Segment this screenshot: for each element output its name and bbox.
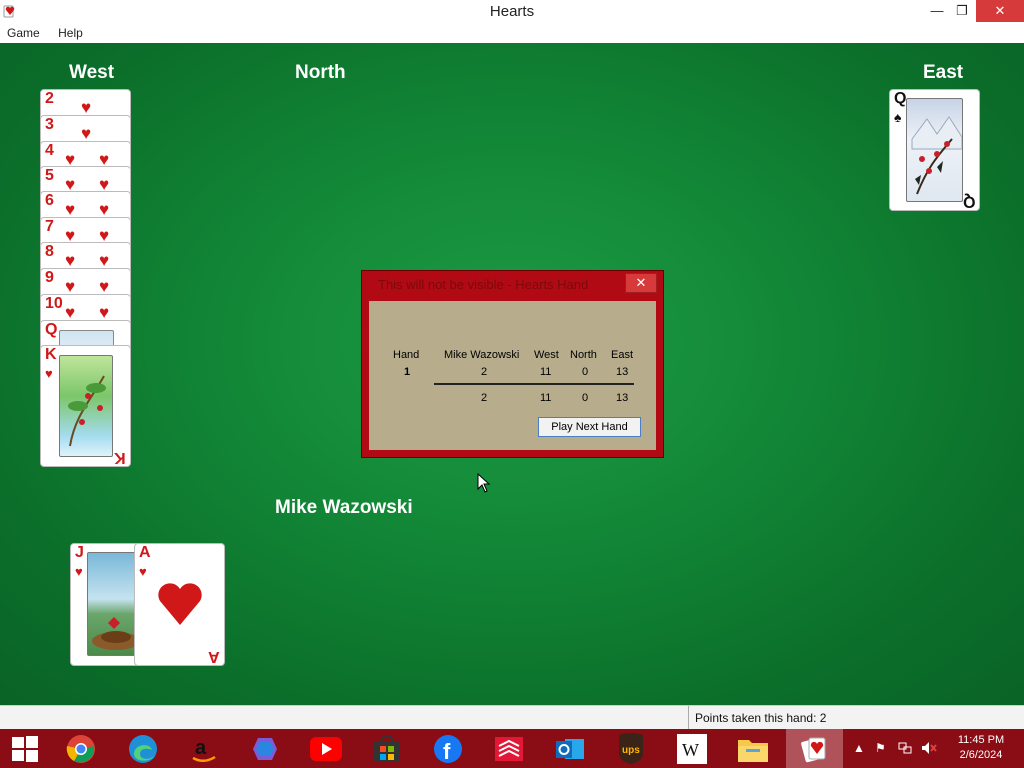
mouse-cursor-icon: [477, 473, 491, 493]
card-rank: 9: [45, 269, 54, 286]
menu-bar: Game Help: [0, 23, 1024, 44]
facebook-icon[interactable]: f: [431, 732, 465, 766]
total-north: 0: [582, 392, 589, 404]
heart-icon: ♥: [99, 277, 110, 296]
card-rank: 10: [45, 295, 63, 312]
taskbar-clock[interactable]: 11:45 PM 2/6/2024: [950, 733, 1012, 763]
card-rank: 4: [45, 142, 54, 159]
card-rank: 6: [45, 192, 54, 209]
heart-icon: ♥: [99, 200, 110, 219]
edge-icon[interactable]: [126, 732, 160, 766]
chrome-icon[interactable]: [64, 732, 98, 766]
card-rank: 7: [45, 218, 54, 235]
file-explorer-icon[interactable]: [736, 732, 770, 766]
menu-game[interactable]: Game: [0, 23, 47, 40]
youtube-icon[interactable]: [309, 732, 343, 766]
total-mike: 2: [481, 392, 488, 404]
windows-start-icon[interactable]: [8, 732, 42, 766]
card-rank: J: [75, 544, 84, 561]
card-rank: 5: [45, 167, 54, 184]
card-rank: 8: [45, 243, 54, 260]
restore-button[interactable]: ❐: [946, 0, 978, 22]
header-north: North: [570, 349, 597, 361]
heart-icon: ♥: [99, 303, 110, 322]
card-rank: 3: [45, 116, 54, 133]
row-east-score: 13: [616, 366, 629, 378]
dialog-close-button[interactable]: ✕: [625, 273, 657, 293]
dialog-title: This will not be visible - Hearts Hand: [378, 277, 589, 292]
heart-icon: ♥: [45, 366, 53, 381]
score-dialog: This will not be visible - Hearts Hand ✕…: [361, 270, 664, 458]
amazon-icon[interactable]: a: [187, 732, 221, 766]
action-center-flag-icon[interactable]: ⚑: [875, 741, 886, 755]
spade-icon: ♠: [894, 109, 902, 125]
taskbar: a f ups W ▲ ⚑ 11:45 PM 2/6/2024: [0, 729, 1024, 768]
show-hidden-icons-chevron-icon[interactable]: ▲: [853, 741, 865, 755]
totals-divider: [434, 383, 634, 385]
west-card: K ♥ K: [40, 345, 131, 467]
svg-text:ups: ups: [622, 745, 640, 756]
row-mike-score: 2: [481, 366, 488, 378]
window-title: Hearts: [489, 3, 535, 20]
status-bar: Points taken this hand: 2: [0, 705, 1024, 730]
card-rank: Q: [45, 321, 58, 338]
card-rank-bottom: A: [208, 648, 220, 665]
svg-text:f: f: [443, 739, 451, 764]
heart-icon: ♥: [65, 200, 76, 219]
header-mike: Mike Wazowski: [444, 349, 520, 361]
heart-icon: ♥: [65, 277, 76, 296]
ups-icon[interactable]: ups: [614, 732, 648, 766]
svg-text:W: W: [682, 740, 699, 760]
microsoft-store-icon[interactable]: [370, 732, 404, 766]
player-name-south: Mike Wazowski: [275, 497, 413, 518]
card-rank: K: [45, 346, 57, 363]
player-name-west: West: [69, 62, 115, 83]
dialog-body: Hand Mike Wazowski West North East 1 2 1…: [369, 301, 656, 450]
heart-icon: ♥: [81, 124, 92, 143]
card-rank: 2: [45, 90, 54, 107]
heart-icon: ♥: [81, 98, 92, 117]
clock-date: 2/6/2024: [959, 749, 1003, 761]
card-rank: A: [139, 544, 151, 561]
player-name-east: East: [923, 62, 964, 83]
total-west: 11: [540, 392, 552, 404]
card-rank-bottom: K: [114, 449, 126, 466]
heart-icon: ♥: [139, 564, 147, 579]
card-rank: Q: [894, 90, 907, 107]
volume-muted-icon[interactable]: [921, 741, 937, 758]
winter-berries-art: [911, 116, 963, 195]
header-west: West: [534, 349, 559, 361]
points-taken-status: Points taken this hand: 2: [688, 706, 826, 730]
card-rank-bottom: Q: [962, 193, 975, 210]
header-east: East: [611, 349, 634, 361]
total-east: 13: [616, 392, 629, 404]
heart-icon: [158, 583, 202, 625]
close-button[interactable]: ✕: [976, 0, 1024, 22]
svg-text:a: a: [195, 737, 207, 759]
copilot-icon[interactable]: [248, 732, 282, 766]
bank-of-america-icon[interactable]: [492, 732, 526, 766]
player-name-north: North: [295, 62, 346, 83]
south-card-ace-hearts[interactable]: A ♥ A: [134, 543, 225, 666]
row-west-score: 11: [540, 366, 552, 378]
title-bar: Hearts — ❐ ✕: [0, 0, 1024, 24]
menu-help[interactable]: Help: [51, 23, 90, 40]
outlook-icon[interactable]: [553, 732, 587, 766]
wikipedia-icon[interactable]: W: [675, 732, 709, 766]
header-hand: Hand: [393, 349, 420, 361]
east-played-card: Q ♠ Q: [889, 89, 980, 211]
clock-time: 11:45 PM: [957, 734, 1005, 746]
heart-icon: ♥: [75, 564, 83, 579]
heart-icon: ♥: [65, 303, 76, 322]
hearts-taskbar-icon[interactable]: [797, 732, 831, 766]
row-hand-number: 1: [404, 366, 411, 378]
card-face-art: [906, 98, 963, 202]
row-north-score: 0: [582, 366, 589, 378]
card-face-art: [59, 355, 113, 457]
heart-icon: ♥: [99, 251, 110, 270]
play-next-hand-button[interactable]: Play Next Hand: [538, 417, 641, 437]
network-icon[interactable]: [898, 741, 912, 758]
heart-icon: ♥: [65, 251, 76, 270]
